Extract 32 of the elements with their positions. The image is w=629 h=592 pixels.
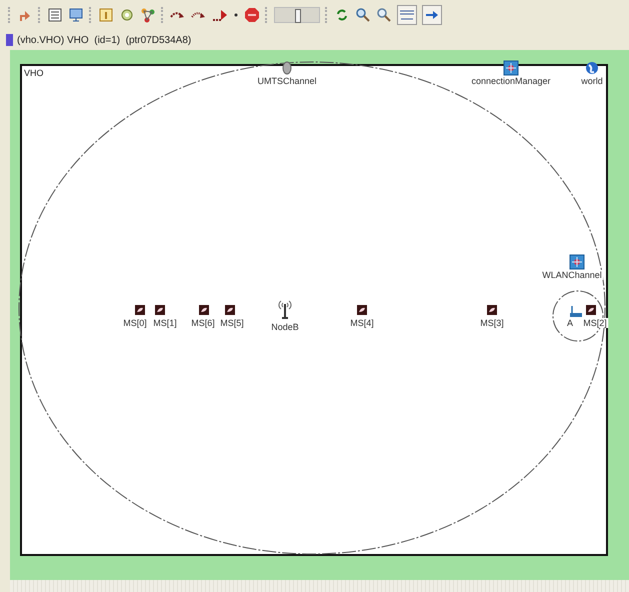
node-label: connectionManager	[470, 76, 552, 86]
list-icon[interactable]	[47, 7, 63, 23]
module-icon	[6, 34, 13, 46]
node-label: MS[0]	[122, 318, 148, 328]
node-label: world	[580, 76, 604, 86]
zoom-out-icon[interactable]	[376, 7, 392, 23]
globe-icon[interactable]	[584, 60, 600, 76]
node-label: NodeB	[270, 322, 300, 332]
horizontal-scrollbar[interactable]	[10, 580, 629, 592]
node-label: MS[5]	[219, 318, 245, 328]
info-icon[interactable]	[98, 7, 114, 23]
node-label: UMTSChannel	[256, 76, 318, 86]
node-label: A	[566, 318, 574, 328]
monitor-icon[interactable]	[68, 7, 84, 23]
network-icon[interactable]	[140, 7, 156, 23]
antenna-icon[interactable]	[277, 298, 293, 320]
router-icon[interactable]	[569, 304, 585, 320]
node-label: MS[6]	[190, 318, 216, 328]
module-path: (vho.VHO) VHO (id=1) (ptr07D534A8)	[17, 34, 192, 46]
refresh-icon[interactable]	[334, 7, 350, 23]
fast-run-icon[interactable]	[212, 7, 228, 23]
stop-icon[interactable]	[244, 7, 260, 23]
node-label: MS[2]	[582, 318, 608, 328]
node-label: MS[3]	[479, 318, 505, 328]
module-name: VHO	[24, 68, 44, 78]
zoom-in-icon[interactable]	[355, 7, 371, 23]
manager-icon[interactable]	[569, 254, 585, 270]
labels-icon[interactable]	[397, 5, 417, 25]
manager-icon[interactable]	[503, 60, 519, 76]
node-label: WLANChannel	[541, 270, 603, 280]
node-label: MS[4]	[349, 318, 375, 328]
node-label: MS[1]	[152, 318, 178, 328]
